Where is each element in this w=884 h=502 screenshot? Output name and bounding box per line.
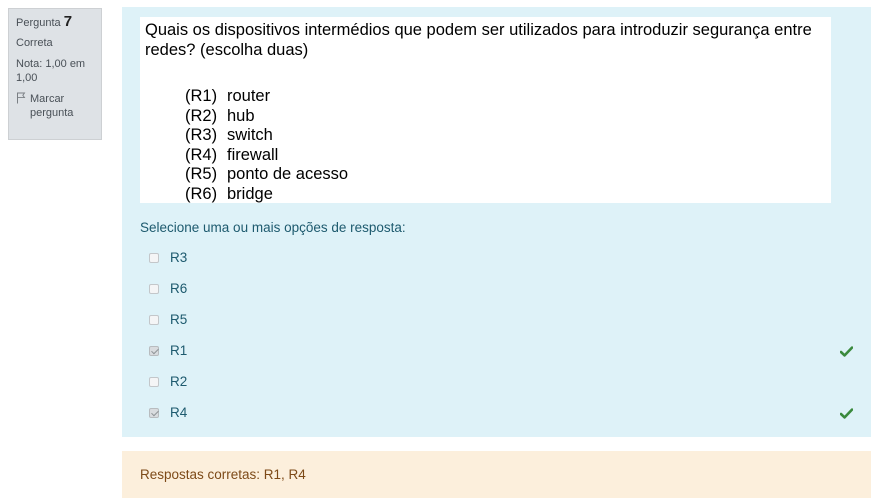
question-option-label: hub	[227, 106, 255, 125]
question-option-label: bridge	[227, 184, 273, 203]
question-option-code: (R2)	[185, 106, 218, 125]
question-formulation: Quais os dispositivos intermédios que po…	[122, 7, 871, 437]
question-text: Quais os dispositivos intermédios que po…	[145, 21, 812, 59]
outcome-box: Respostas corretas: R1, R4	[122, 451, 871, 498]
question-option-label: firewall	[227, 145, 279, 164]
flag-icon	[16, 92, 28, 106]
question-option-row: (R6) bridge	[185, 185, 348, 205]
answer-checkbox[interactable]	[149, 252, 159, 263]
question-option-code: (R4)	[185, 145, 218, 164]
right-answer-text: Respostas corretas: R1, R4	[140, 467, 306, 482]
answer-option-r6[interactable]: R6	[146, 273, 853, 304]
question-label: Pergunta	[16, 17, 61, 29]
answer-checkbox[interactable]	[149, 283, 159, 294]
question-number: 7	[63, 13, 73, 30]
question-option-label: router	[227, 87, 271, 105]
question-text-box: Quais os dispositivos intermédios que po…	[140, 17, 831, 203]
question-option-label: switch	[227, 126, 273, 144]
answer-list: R3 R6 R5 R1 R2 R4	[146, 242, 854, 428]
answer-label: R2	[170, 374, 188, 389]
correct-check-icon	[839, 406, 854, 419]
question-option-row: (R3) switch	[185, 126, 348, 146]
answer-option-r1[interactable]: R1	[146, 335, 854, 366]
answer-checkbox[interactable]	[149, 376, 159, 387]
answer-checkbox[interactable]	[149, 407, 159, 418]
question-option-row: (R5) ponto de acesso	[185, 165, 348, 185]
answer-option-r4[interactable]: R4	[146, 397, 854, 428]
question-options-list: (R1) router (R2) hub (R3) switch (R4) firewall(…	[185, 87, 348, 204]
answer-checkbox[interactable]	[149, 314, 159, 325]
question-state: Correta	[16, 37, 53, 49]
answer-prompt: Selecione uma ou mais opções de resposta…	[140, 220, 406, 235]
answer-checkbox[interactable]	[149, 345, 159, 356]
answer-label: R5	[170, 312, 188, 327]
question-option-row: (R4) firewall	[185, 146, 348, 166]
answer-label: R3	[170, 250, 188, 265]
question-option-code: (R3)	[185, 126, 218, 144]
question-option-row: (R1) router	[185, 87, 348, 107]
question-number-line: Pergunta 7	[16, 13, 94, 30]
correct-check-icon	[839, 344, 854, 357]
question-grade: Nota: 1,00 em 1,00	[16, 58, 86, 84]
question-option-code: (R6)	[185, 184, 218, 203]
answer-option-r2[interactable]: R2	[146, 366, 853, 397]
answer-label: R6	[170, 281, 188, 296]
answer-option-r5[interactable]: R5	[146, 304, 853, 335]
flag-question-label: Marcar pergunta	[30, 93, 74, 119]
flag-question-link[interactable]: Marcar pergunta	[16, 92, 94, 120]
question-option-row: (R2) hub	[185, 107, 348, 127]
question-option-code: (R5)	[185, 165, 218, 183]
question-option-code: (R1)	[185, 87, 218, 105]
question-option-label: ponto de acesso	[227, 165, 349, 183]
answer-label: R4	[170, 405, 188, 420]
question-info-panel: Pergunta 7 Correta Nota: 1,00 em 1,00 Ma…	[8, 8, 102, 140]
answer-label: R1	[170, 343, 188, 358]
answer-option-r3[interactable]: R3	[146, 242, 853, 273]
